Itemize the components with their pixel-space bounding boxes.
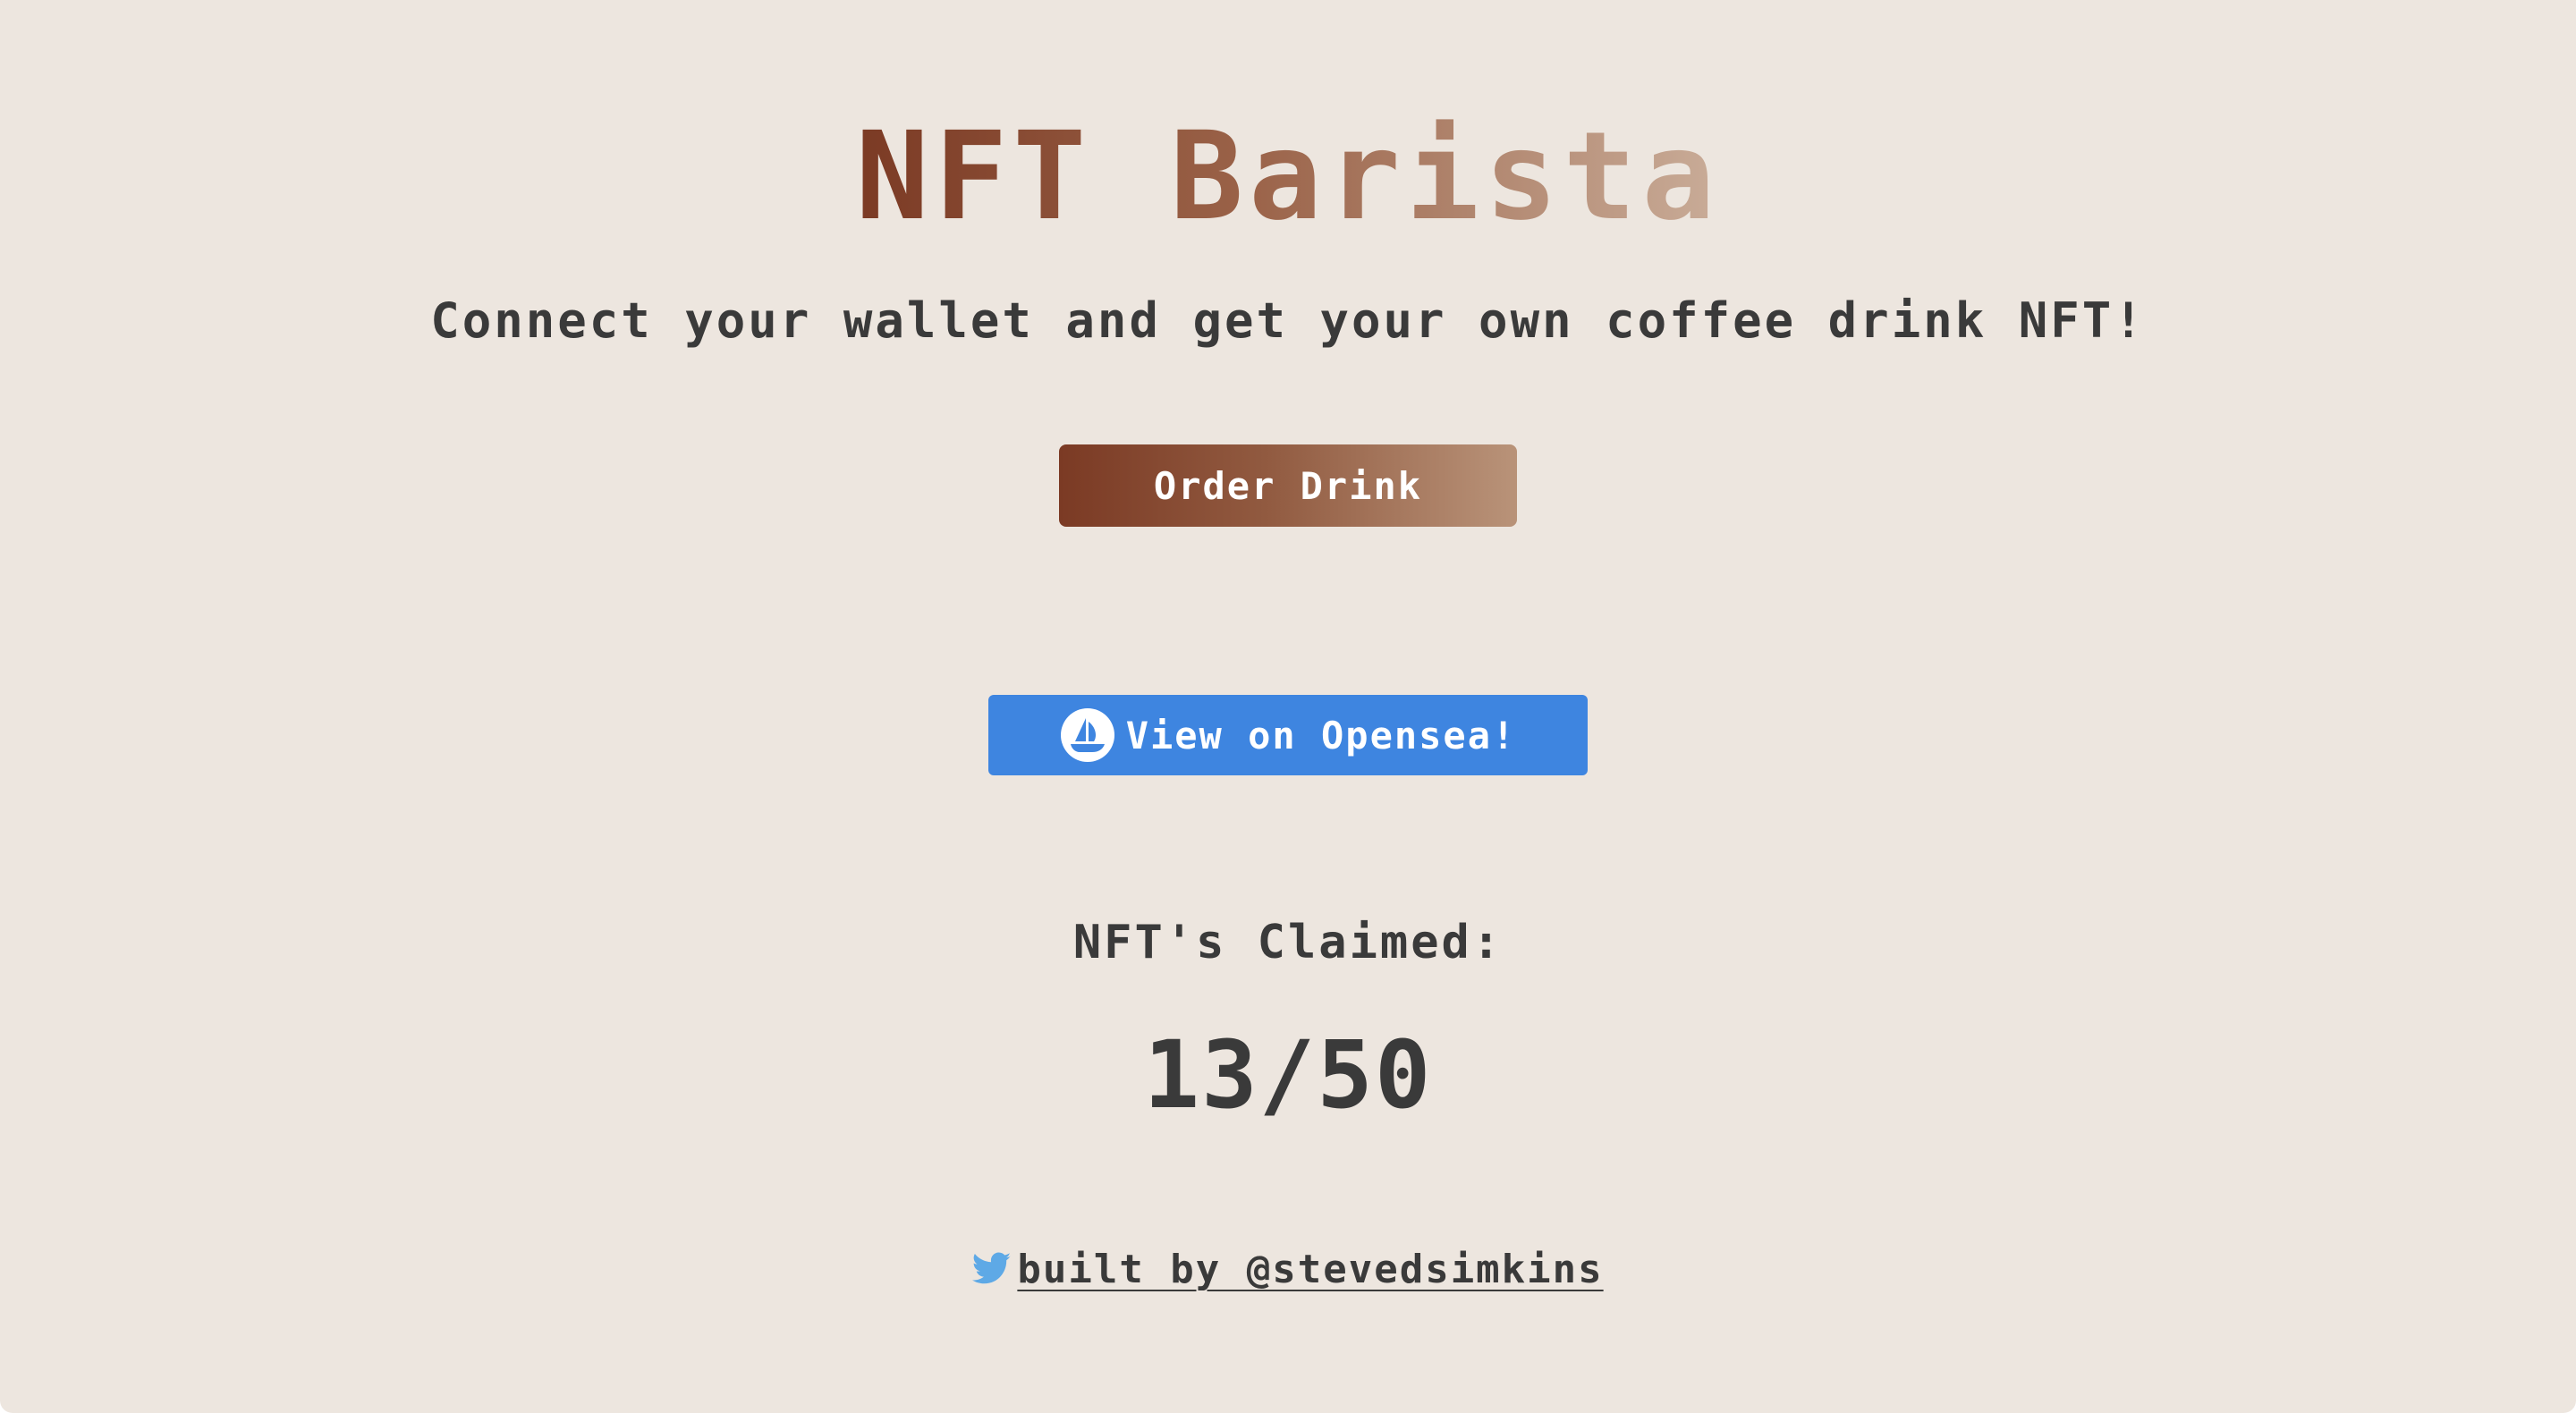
footer: built by @stevedsimkins <box>0 1250 2576 1290</box>
page-title-text: NFT Barista <box>855 106 1721 248</box>
opensea-button-label: View on Opensea! <box>1125 713 1517 757</box>
page: NFT Barista Connect your wallet and get … <box>0 0 2576 1413</box>
page-title: NFT Barista <box>0 116 2576 238</box>
author-twitter-link[interactable]: built by @stevedsimkins <box>1017 1250 1603 1290</box>
page-subtitle: Connect your wallet and get your own cof… <box>430 292 2146 349</box>
opensea-boat-icon <box>1060 707 1115 763</box>
claimed-count: 13/50 <box>1143 1020 1433 1130</box>
view-on-opensea-button[interactable]: View on Opensea! <box>988 695 1588 775</box>
twitter-bird-icon <box>972 1252 1012 1288</box>
claimed-label: NFT's Claimed: <box>1072 916 1504 969</box>
order-drink-button[interactable]: Order Drink <box>1059 444 1517 527</box>
